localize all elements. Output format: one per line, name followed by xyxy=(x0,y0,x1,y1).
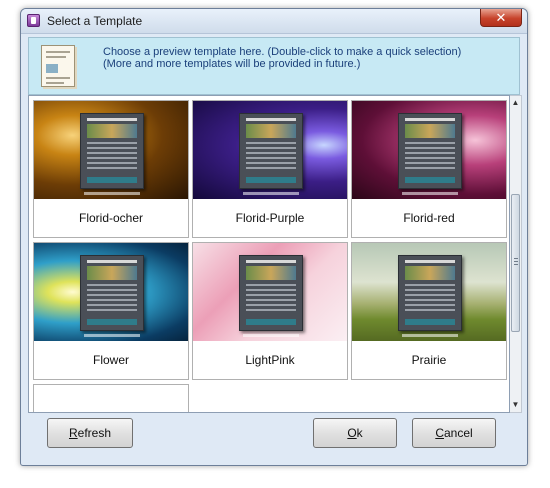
scrollbar-thumb[interactable] xyxy=(511,194,520,332)
template-label: LightPink xyxy=(245,353,295,367)
ok-accesskey: O xyxy=(347,426,357,440)
preview-nav-bar xyxy=(402,192,458,195)
template-label: Flower xyxy=(92,353,129,367)
template-card-florid-red[interactable]: Florid-red xyxy=(351,100,507,238)
refresh-label: efresh xyxy=(77,426,112,440)
refresh-button[interactable]: Refresh xyxy=(47,418,133,448)
info-line-2: (More and more templates will be provide… xyxy=(103,58,361,70)
refresh-accesskey: R xyxy=(68,426,78,440)
template-card-lightpink[interactable]: LightPink xyxy=(192,242,348,380)
template-document-icon xyxy=(41,45,75,87)
ok-label: k xyxy=(356,426,363,440)
window-title: Select a Template xyxy=(47,14,143,28)
info-text: Choose a preview template here. (Double-… xyxy=(103,46,461,70)
select-template-dialog: Select a Template ✕ Choose a preview tem… xyxy=(20,8,528,466)
close-button[interactable]: ✕ xyxy=(480,9,522,27)
cancel-button[interactable]: Cancel xyxy=(412,418,496,448)
template-card-prairie[interactable]: Prairie xyxy=(351,242,507,380)
title-bar[interactable]: Select a Template ✕ xyxy=(21,9,527,34)
template-label: Prairie xyxy=(411,353,447,367)
template-thumbnail xyxy=(193,101,347,199)
preview-nav-bar xyxy=(84,192,140,195)
book-preview-image xyxy=(398,255,462,331)
book-preview-image xyxy=(239,255,303,331)
preview-nav-bar xyxy=(243,334,299,337)
book-preview-image xyxy=(80,113,144,189)
template-thumbnail xyxy=(352,101,506,199)
cancel-label: ancel xyxy=(443,426,473,440)
preview-nav-bar xyxy=(243,192,299,195)
info-panel: Choose a preview template here. (Double-… xyxy=(28,37,520,95)
template-thumbnail xyxy=(193,243,347,341)
template-label: Florid-Purple xyxy=(235,211,305,225)
info-line-1: Choose a preview template here. (Double-… xyxy=(103,46,462,58)
template-thumbnail xyxy=(352,243,506,341)
template-card-partial[interactable] xyxy=(33,384,189,412)
preview-nav-bar xyxy=(402,334,458,337)
template-label xyxy=(34,385,188,412)
gallery-scrollbar[interactable]: ▲ ▼ xyxy=(510,95,522,413)
cancel-accesskey: C xyxy=(435,426,444,440)
template-gallery: Florid-ocher Florid-Purple Florid-red Fl… xyxy=(28,95,510,413)
scroll-down-arrow-icon[interactable]: ▼ xyxy=(510,398,521,412)
template-card-flower[interactable]: Flower xyxy=(33,242,189,380)
template-card-florid-ocher[interactable]: Florid-ocher xyxy=(33,100,189,238)
preview-nav-bar xyxy=(84,334,140,337)
book-preview-image xyxy=(239,113,303,189)
template-thumbnail xyxy=(34,243,188,341)
book-preview-image xyxy=(398,113,462,189)
template-label: Florid-ocher xyxy=(78,211,144,225)
book-preview-image xyxy=(80,255,144,331)
template-label: Florid-red xyxy=(403,211,455,225)
scroll-up-arrow-icon[interactable]: ▲ xyxy=(510,96,521,110)
template-card-florid-purple[interactable]: Florid-Purple xyxy=(192,100,348,238)
template-thumbnail xyxy=(34,101,188,199)
ok-button[interactable]: Ok xyxy=(313,418,397,448)
app-icon xyxy=(27,14,40,27)
